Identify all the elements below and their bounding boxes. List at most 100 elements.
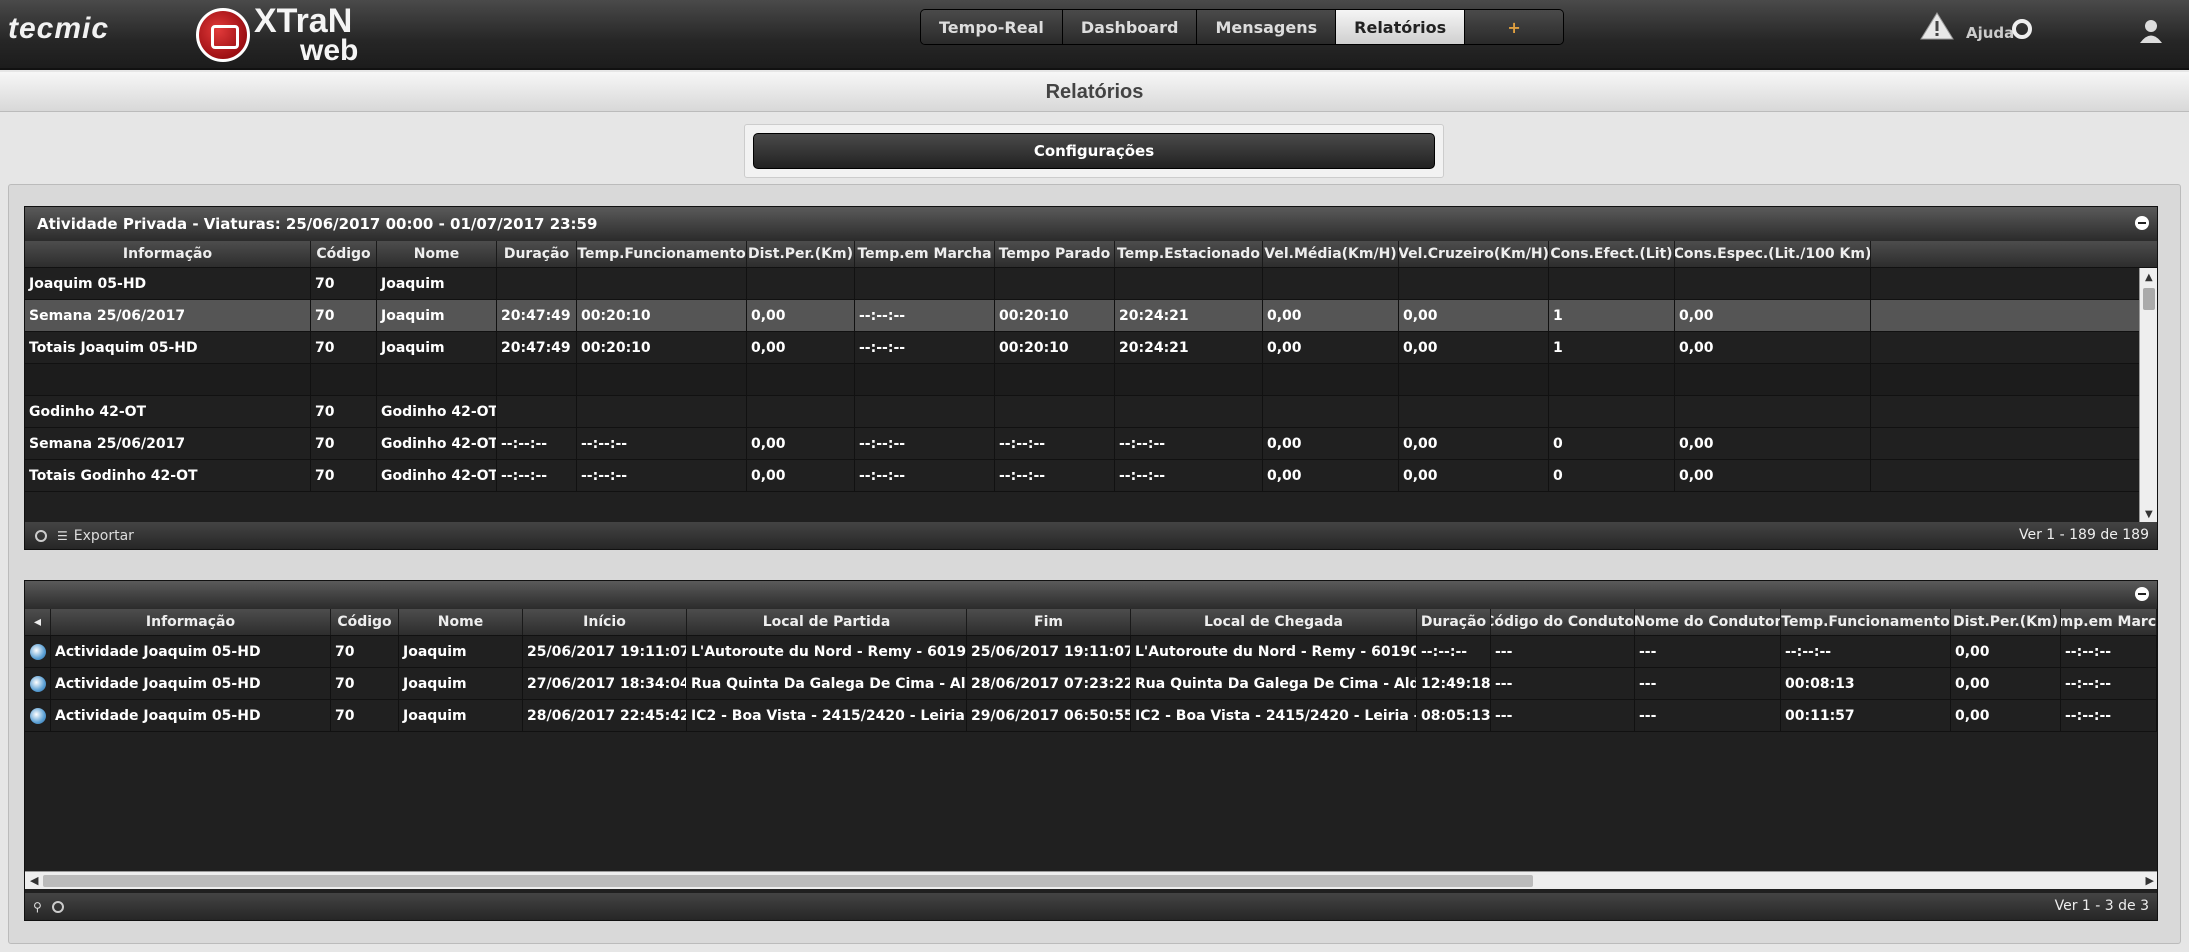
grid-header-cell[interactable]: Nome: [399, 609, 523, 635]
tab-mensagens[interactable]: Mensagens: [1197, 10, 1337, 44]
table-row[interactable]: Godinho 42-OT 70 Godinho 42-OT: [25, 396, 2157, 428]
grid-header-cell[interactable]: Vel.Cruzeiro(Km/H): [1399, 241, 1549, 267]
table-row[interactable]: Actividade Joaquim 05-HD 70 Joaquim 27/06/2…: [25, 668, 2157, 700]
table-cell: Rua Quinta Da Galega De Cima - Aldeia: [687, 668, 967, 699]
table-cell: --:--:--: [1781, 636, 1951, 667]
table-row[interactable]: Semana 25/06/2017 70 Joaquim 20:47:49 00:20:…: [25, 300, 2157, 332]
table-cell: 70: [331, 636, 399, 667]
grid-header-cell[interactable]: Tempo Parado: [995, 241, 1115, 267]
table-cell: --:--:--: [1417, 636, 1491, 667]
magnifier-icon[interactable]: [29, 643, 46, 660]
scroll-left-icon[interactable]: ◀: [30, 872, 38, 890]
refresh-icon[interactable]: [51, 900, 64, 913]
table-cell: [1675, 396, 1871, 427]
panel-title: Atividade Privada - Viaturas: 25/06/2017…: [25, 207, 2157, 241]
table-cell: ---: [1491, 668, 1635, 699]
table-cell: 12:49:18: [1417, 668, 1491, 699]
configuracoes-button[interactable]: Configurações: [753, 133, 1435, 169]
table-cell: 0,00: [747, 460, 855, 491]
magnifier-icon[interactable]: [29, 707, 46, 724]
grid-header-cell[interactable]: Nome: [377, 241, 497, 267]
table-cell: 25/06/2017 19:11:07: [523, 636, 687, 667]
tab-tempo-real[interactable]: Tempo-Real: [921, 10, 1063, 44]
table-cell: 70: [311, 332, 377, 363]
row-icon-cell[interactable]: [25, 668, 51, 699]
grid-header-cell[interactable]: Início: [523, 609, 687, 635]
table-cell: [995, 268, 1115, 299]
table-row[interactable]: [25, 364, 2157, 396]
table-cell: [1549, 396, 1675, 427]
user-icon[interactable]: [2138, 18, 2164, 44]
scroll-up-icon[interactable]: ▲: [2145, 272, 2153, 283]
scroll-thumb[interactable]: [2143, 288, 2155, 310]
table-cell: Semana 25/06/2017: [25, 428, 311, 459]
grid-header-cell[interactable]: Temp.Estacionado: [1115, 241, 1263, 267]
table-cell: Joaquim: [377, 332, 497, 363]
grid-header-cell[interactable]: Vel.Média(Km/H): [1263, 241, 1399, 267]
row-icon-cell[interactable]: [25, 700, 51, 731]
search-icon[interactable]: ⚲: [33, 900, 42, 914]
table-row[interactable]: Actividade Joaquim 05-HD 70 Joaquim 28/06/2…: [25, 700, 2157, 732]
grid-header-cell[interactable]: Fim: [967, 609, 1131, 635]
alert-icon[interactable]: [1920, 12, 1954, 40]
table-cell: Semana 25/06/2017: [25, 300, 311, 331]
table-cell: 25/06/2017 19:11:07: [967, 636, 1131, 667]
table-cell: --:--:--: [2061, 700, 2157, 731]
table-cell: [1263, 396, 1399, 427]
grid-header-cell[interactable]: Informação: [51, 609, 331, 635]
table-row[interactable]: Totais Godinho 42-OT 70 Godinho 42-OT --:--…: [25, 460, 2157, 492]
grid-header-cell[interactable]: Temp.em Marcha: [855, 241, 995, 267]
table-cell: [747, 268, 855, 299]
tab-relatorios[interactable]: Relatórios: [1336, 10, 1466, 44]
grid-header-cell[interactable]: Informação: [25, 241, 311, 267]
grid-header-cell[interactable]: Temp.Funcionamento: [577, 241, 747, 267]
table-cell: [377, 364, 497, 395]
horizontal-scrollbar[interactable]: ◀ ▶: [25, 871, 2157, 890]
grid-header-cell[interactable]: Dist.Per.(Km): [1951, 609, 2061, 635]
table-cell: Joaquim: [399, 700, 523, 731]
grid-header-cell[interactable]: Código do Condutor: [1491, 609, 1635, 635]
row-icon-cell[interactable]: [25, 636, 51, 667]
scroll-right-icon[interactable]: ▶: [2146, 872, 2154, 890]
brand-web-logo: web: [300, 34, 359, 67]
table-row[interactable]: Semana 25/06/2017 70 Godinho 42-OT --:--:--…: [25, 428, 2157, 460]
grid-header-cell[interactable]: Temp.Funcionamento: [1781, 609, 1951, 635]
grid-header-cell[interactable]: Nome do Condutor: [1635, 609, 1781, 635]
grid-header-cell[interactable]: Duração: [1417, 609, 1491, 635]
grid-header-cell[interactable]: Cons.Efect.(Lit): [1549, 241, 1675, 267]
table-row[interactable]: Actividade Joaquim 05-HD 70 Joaquim 25/06/2…: [25, 636, 2157, 668]
activity-summary-panel: Atividade Privada - Viaturas: 25/06/2017…: [24, 206, 2158, 550]
export-icon[interactable]: ☰: [57, 529, 68, 543]
table-cell: Actividade Joaquim 05-HD: [51, 700, 331, 731]
help-link[interactable]: Ajuda: [1966, 24, 2014, 42]
grid-header-cell[interactable]: Cons.Espec.(Lit./100 Km): [1675, 241, 1871, 267]
collapse-icon[interactable]: [2135, 216, 2149, 230]
tab-dashboard[interactable]: Dashboard: [1062, 10, 1198, 44]
lifebuoy-icon[interactable]: [2012, 19, 2032, 39]
table-cell: [25, 364, 311, 395]
grid-header-cell[interactable]: Local de Chegada: [1131, 609, 1417, 635]
magnifier-icon[interactable]: [29, 675, 46, 692]
grid-header-cell[interactable]: Dist.Per.(Km): [747, 241, 855, 267]
tab-add[interactable]: +: [1465, 10, 1564, 44]
table-cell: 00:20:10: [577, 300, 747, 331]
table-row[interactable]: Totais Joaquim 05-HD 70 Joaquim 20:47:49 00:…: [25, 332, 2157, 364]
vertical-scrollbar[interactable]: ▲ ▼: [2139, 268, 2157, 524]
grid-header-cell-icon[interactable]: ◂: [25, 609, 51, 635]
panel-title: [25, 581, 2157, 609]
export-button[interactable]: Exportar: [74, 528, 134, 544]
grid-header-cell[interactable]: Local de Partida: [687, 609, 967, 635]
grid-header-cell[interactable]: Código: [311, 241, 377, 267]
table-cell: [1399, 268, 1549, 299]
grid-header-cell[interactable]: Código: [331, 609, 399, 635]
pager-info: Ver 1 - 189 de 189: [2018, 527, 2149, 543]
refresh-icon[interactable]: [35, 529, 47, 542]
table-row[interactable]: Joaquim 05-HD 70 Joaquim: [25, 268, 2157, 300]
scroll-down-icon[interactable]: ▼: [2145, 509, 2153, 520]
collapse-icon[interactable]: [2135, 587, 2149, 601]
table-cell: [855, 268, 995, 299]
scroll-thumb[interactable]: [43, 875, 1533, 887]
grid-header-cell[interactable]: Temp.em Marcha: [2061, 609, 2157, 635]
table-cell: ---: [1491, 700, 1635, 731]
grid-header-cell[interactable]: Duração: [497, 241, 577, 267]
